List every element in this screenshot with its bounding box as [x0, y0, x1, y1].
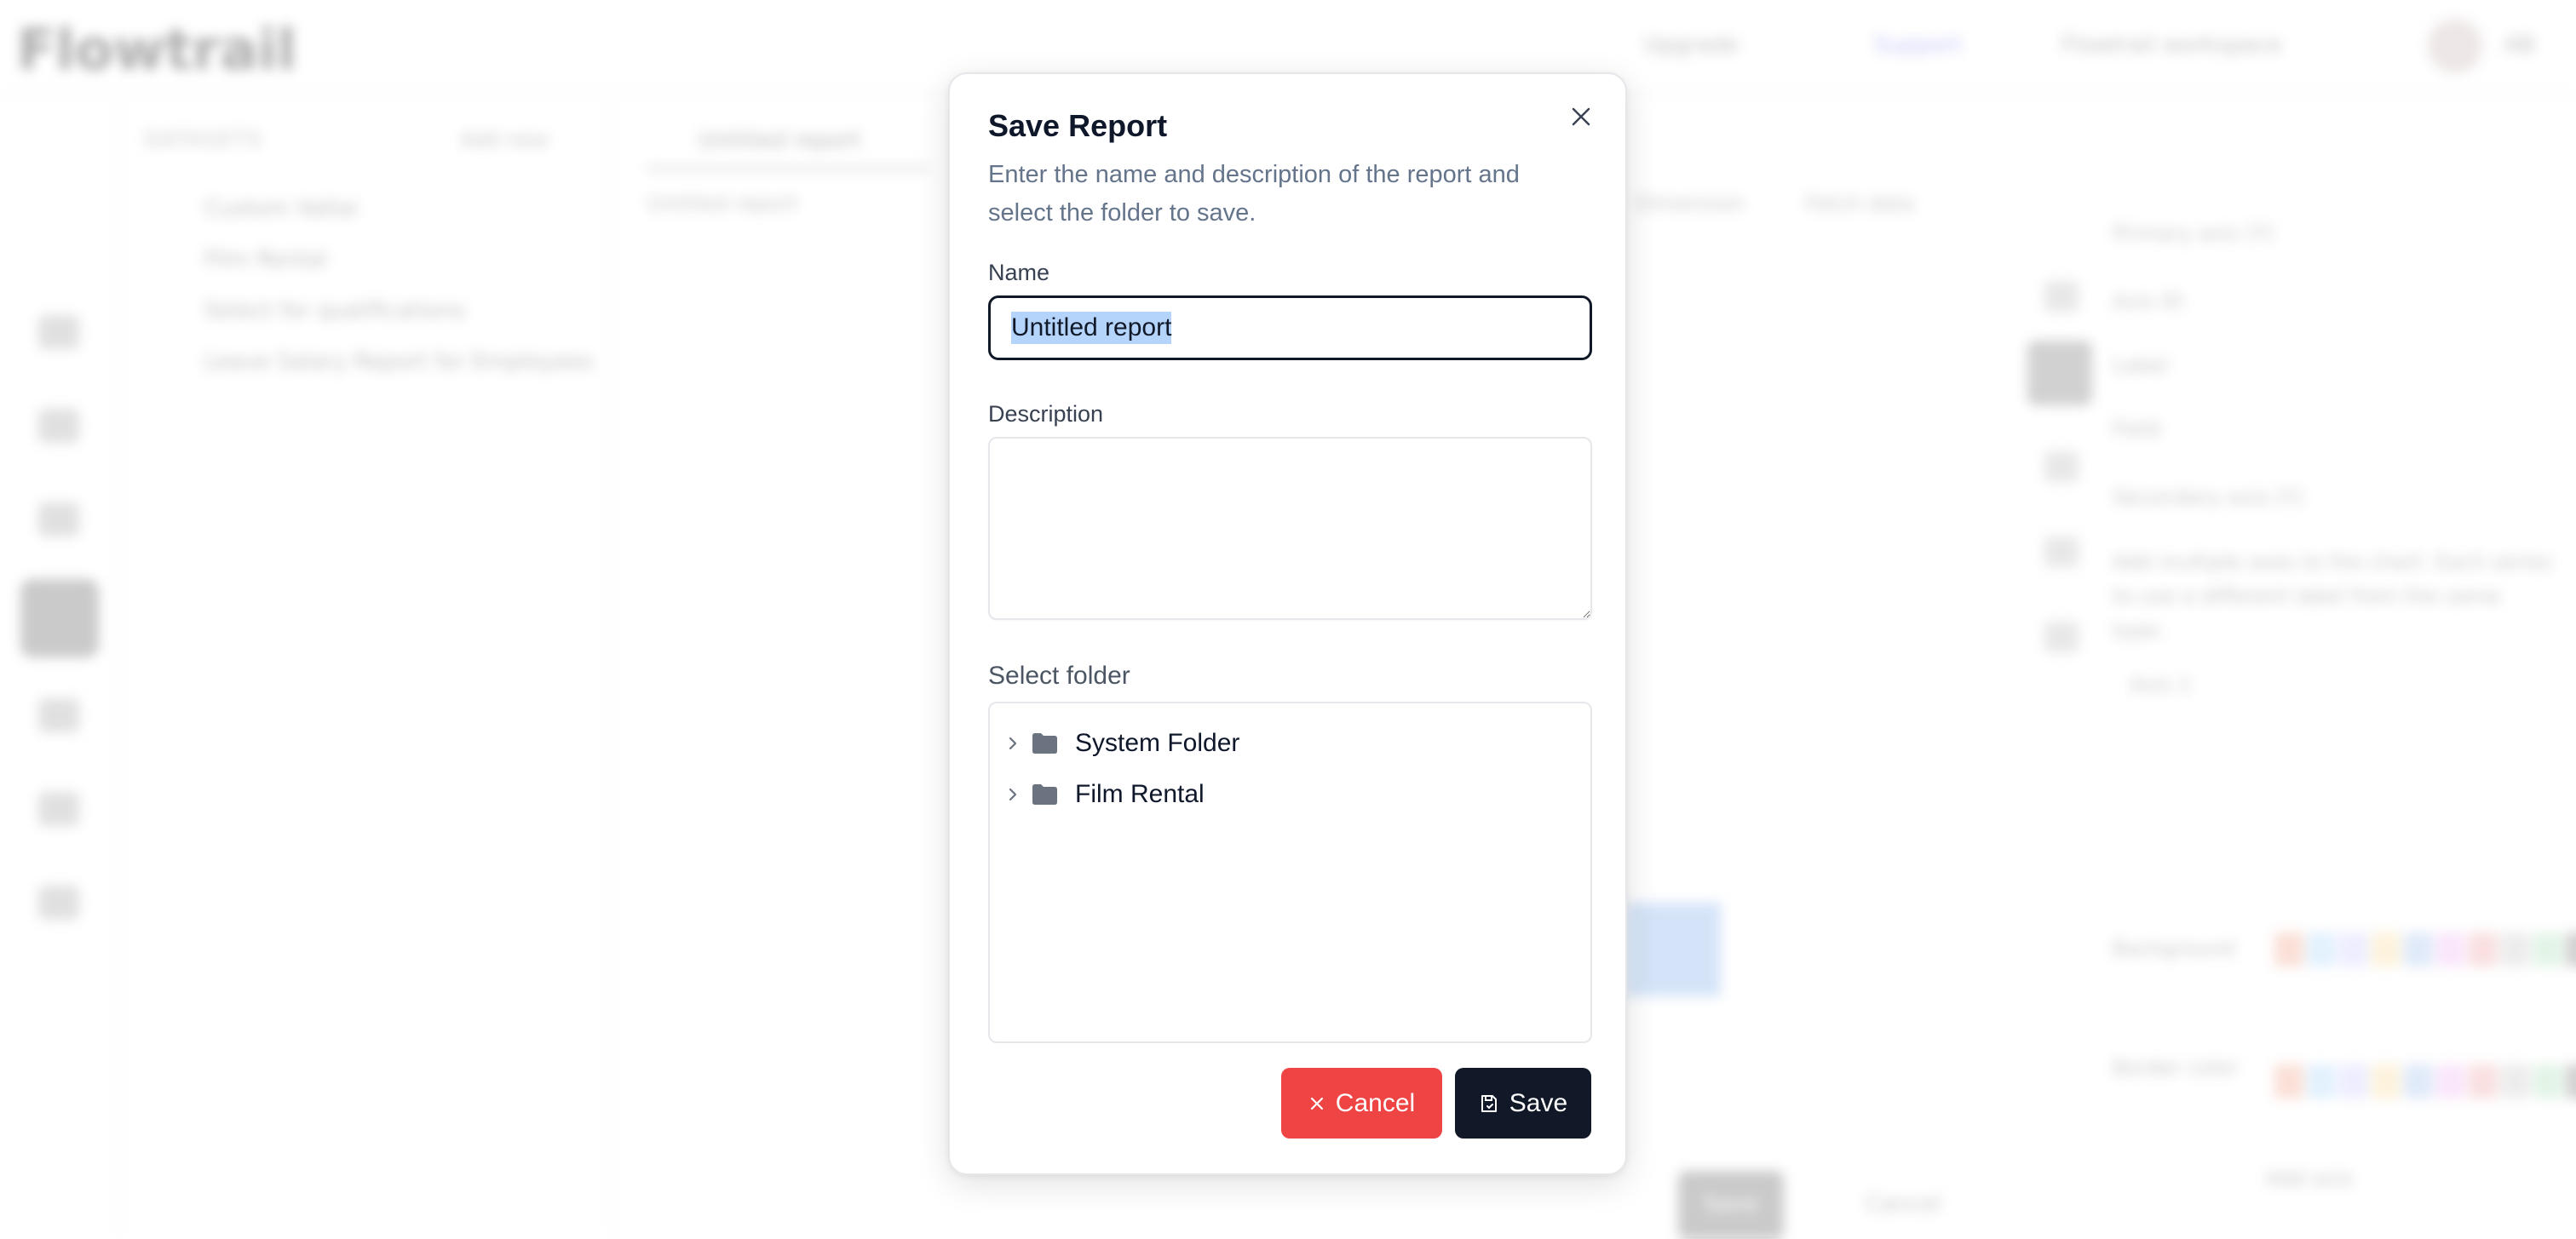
- description-label: Description: [988, 401, 1103, 427]
- save-report-dialog: Save Report Enter the name and descripti…: [948, 72, 1627, 1175]
- cancel-label: Cancel: [1336, 1089, 1415, 1118]
- close-icon: [1570, 106, 1592, 128]
- name-label: Name: [988, 260, 1049, 286]
- close-button[interactable]: [1562, 98, 1600, 135]
- select-folder-label: Select folder: [988, 662, 1130, 691]
- folder-icon: [1031, 732, 1058, 754]
- name-input-value: Untitled report: [1011, 312, 1171, 344]
- close-icon: [1308, 1095, 1325, 1112]
- folder-icon: [1031, 783, 1058, 806]
- cancel-button[interactable]: Cancel: [1281, 1068, 1442, 1139]
- folder-name: Film Rental: [1075, 780, 1205, 809]
- dialog-description: Enter the name and description of the re…: [988, 156, 1584, 232]
- chevron-right-icon[interactable]: [1005, 735, 1021, 752]
- folder-item-film-rental[interactable]: Film Rental: [1005, 775, 1205, 814]
- save-icon: [1479, 1093, 1499, 1114]
- save-button[interactable]: Save: [1455, 1068, 1591, 1139]
- chevron-right-icon[interactable]: [1005, 786, 1021, 803]
- folder-tree: System Folder Film Rental: [988, 702, 1592, 1043]
- description-textarea[interactable]: [988, 437, 1592, 620]
- folder-item-system-folder[interactable]: System Folder: [1005, 724, 1239, 763]
- save-label: Save: [1509, 1089, 1567, 1118]
- folder-name: System Folder: [1075, 729, 1239, 758]
- name-input[interactable]: Untitled report: [988, 295, 1592, 360]
- dialog-title: Save Report: [988, 108, 1167, 144]
